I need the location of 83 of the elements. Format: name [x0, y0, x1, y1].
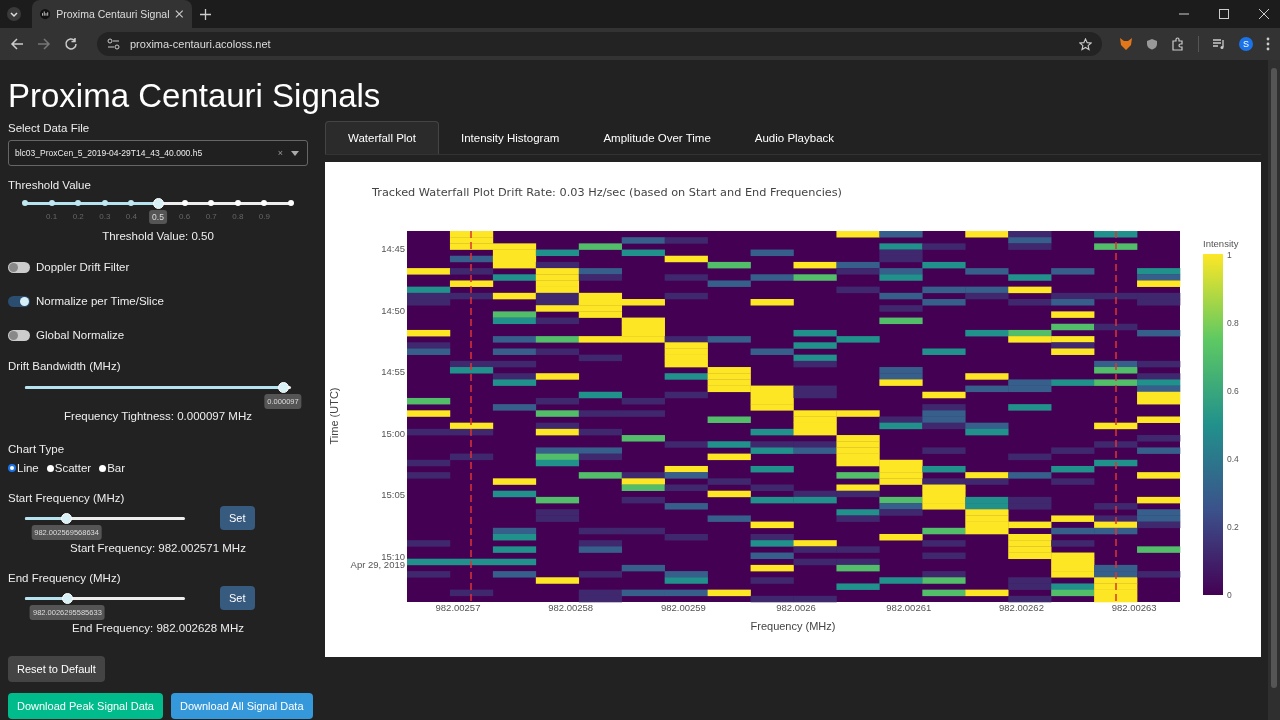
- clear-button[interactable]: ×: [277, 148, 283, 159]
- address-bar[interactable]: proxima-centauri.acoloss.net: [97, 32, 1102, 56]
- axis-tick-label: 982.0026: [776, 602, 816, 614]
- axis-tick-label: 14:45: [381, 243, 405, 255]
- scrollbar[interactable]: [1268, 60, 1280, 720]
- extensions-icon[interactable]: [1171, 37, 1185, 51]
- axis-title: Frequency (MHz): [750, 620, 836, 633]
- colorbar-tick-label: 0.8: [1227, 318, 1239, 329]
- colorbar-tick-label: 0: [1227, 590, 1232, 601]
- toggle-switch[interactable]: [8, 295, 30, 307]
- toggle-switch[interactable]: [8, 329, 30, 341]
- reload-icon[interactable]: [64, 37, 78, 51]
- media-icon[interactable]: [1212, 38, 1226, 50]
- axis-tick-label: 982.00261: [886, 602, 932, 614]
- colorbar-tick-label: 1: [1227, 250, 1232, 261]
- colorbar-tick-label: 0.2: [1227, 522, 1239, 533]
- toggle-label: Doppler Drift Filter: [36, 261, 130, 274]
- axis-date-label: Apr 29, 2019: [350, 559, 405, 571]
- slider-mark-label: 0.4: [125, 212, 137, 222]
- tightness-reading: Frequency Tightness: 0.000097 MHz: [63, 410, 253, 423]
- slider-tooltip: 0.5: [149, 210, 167, 225]
- tab[interactable]: Audio Playback: [732, 121, 857, 155]
- site-info-icon[interactable]: [107, 38, 120, 50]
- tab-title: Proxima Centauri Signal: [56, 8, 170, 20]
- menu-icon[interactable]: [1266, 37, 1270, 51]
- star-icon[interactable]: [1079, 37, 1092, 51]
- profile-avatar[interactable]: S: [1239, 37, 1253, 51]
- chart-title: Tracked Waterfall Plot Drift Rate: 0.03 Hz/sec (based on Start and End Frequencies): [372, 186, 843, 200]
- page-title: Proxima Centauri Signals: [8, 78, 382, 115]
- close-icon[interactable]: [175, 9, 184, 19]
- axis-tick-label: 15:05: [381, 489, 405, 501]
- axis-tick-label: 982.00258: [548, 602, 594, 614]
- fox-icon[interactable]: [1119, 37, 1133, 51]
- field-label: Chart Type: [8, 443, 66, 456]
- axis-tick-label: 982.00263: [1111, 602, 1157, 614]
- set-button[interactable]: Set: [220, 506, 255, 531]
- maximize-icon[interactable]: [1219, 9, 1229, 19]
- colorbar-tick-label: 0.4: [1227, 454, 1239, 465]
- axis-tick-label: 14:50: [381, 304, 405, 316]
- tab[interactable]: Amplitude Over Time: [581, 121, 733, 155]
- dropdown-value: blc03_ProxCen_5_2019-04-29T14_43_40.000.h5: [15, 148, 204, 159]
- tab[interactable]: Waterfall Plot: [325, 121, 439, 155]
- radio-option[interactable]: Line: [8, 462, 39, 475]
- set-button[interactable]: Set: [220, 586, 255, 611]
- reset-button[interactable]: Reset to Default: [8, 656, 105, 683]
- shield-icon[interactable]: [1146, 38, 1158, 50]
- threshold-reading: Threshold Value: 0.50: [101, 230, 215, 243]
- slider-thumb[interactable]: [61, 592, 73, 604]
- toggle-switch[interactable]: [8, 261, 30, 273]
- axis-tick-label: 982.00259: [660, 602, 706, 614]
- field-label: End Frequency (MHz): [8, 572, 122, 585]
- frequency-reading: Start Frequency: 982.002571 MHz: [69, 542, 247, 555]
- file-dropdown[interactable]: blc03_ProxCen_5_2019-04-29T14_43_40.000.h5 ×: [8, 140, 308, 167]
- tab-search-icon[interactable]: [6, 6, 22, 22]
- field-label: Threshold Value: [8, 179, 92, 192]
- new-tab-icon[interactable]: [200, 8, 211, 20]
- close-icon[interactable]: [1259, 9, 1269, 19]
- tab[interactable]: Intensity Histogram: [438, 121, 582, 155]
- field-label: Drift Bandwidth (MHz): [8, 360, 122, 373]
- back-icon[interactable]: [10, 37, 24, 51]
- url-text: proxima-centauri.acoloss.net: [130, 38, 271, 50]
- slider-thumb[interactable]: [277, 382, 289, 394]
- axis-tick-label: 15:00: [381, 427, 405, 439]
- axis-title: Time (UTC): [328, 387, 340, 445]
- axis-tick-label: 982.00257: [435, 602, 481, 614]
- axis-tick-label: 982.00262: [999, 602, 1044, 614]
- field-label: Start Frequency (MHz): [8, 492, 126, 505]
- colorbar-tick-label: 0.6: [1227, 386, 1239, 397]
- caret-icon[interactable]: [291, 150, 299, 156]
- field-label: Select Data File: [8, 122, 91, 135]
- slider-thumb[interactable]: [152, 198, 164, 210]
- radio-option[interactable]: Bar: [99, 462, 126, 475]
- toggle-label: Normalize per Time/Slice: [36, 295, 164, 308]
- axis-tick-label: 15:10: [381, 550, 405, 562]
- colorbar-title: Intensity: [1203, 238, 1239, 250]
- slider-thumb[interactable]: [61, 512, 73, 524]
- axis-tick-label: 14:55: [381, 366, 405, 378]
- browser-tab[interactable]: Proxima Centauri Signal: [32, 0, 192, 28]
- frequency-reading: End Frequency: 982.002628 MHz: [71, 622, 245, 635]
- radio-option[interactable]: Scatter: [46, 462, 92, 475]
- toggle-label: Global Normalize: [36, 329, 125, 342]
- favicon-icon: [40, 8, 51, 20]
- forward-icon[interactable]: [37, 37, 51, 51]
